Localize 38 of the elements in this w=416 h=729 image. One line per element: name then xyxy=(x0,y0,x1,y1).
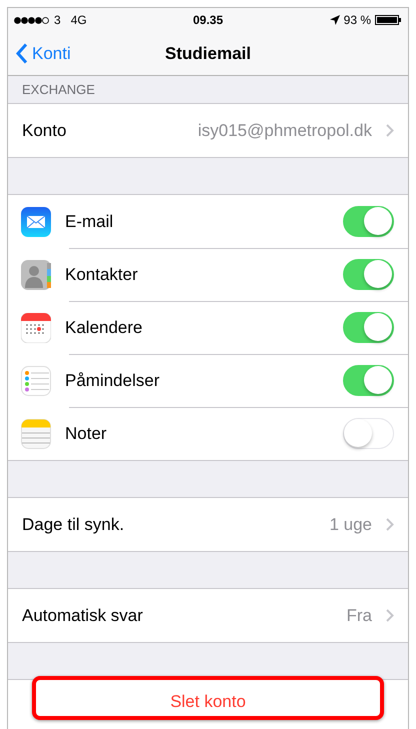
account-row[interactable]: Konto isy015@phmetropol.dk xyxy=(8,104,408,157)
signal-icon xyxy=(14,16,50,24)
auto-reply-label: Automatisk svar xyxy=(22,606,144,626)
toggle-switch[interactable] xyxy=(343,259,394,290)
screen-title: Studiemail xyxy=(165,44,251,64)
reminders-icon xyxy=(21,366,51,396)
clock-time: 09.35 xyxy=(192,13,224,27)
location-arrow-icon xyxy=(330,15,340,25)
service-label: Noter xyxy=(65,424,108,444)
back-chevron-icon xyxy=(16,43,28,64)
sync-days-row[interactable]: Dage til synk. 1 uge xyxy=(8,498,408,551)
toggle-switch[interactable] xyxy=(343,365,394,396)
battery-percentage: 93 % xyxy=(344,13,371,27)
section-header: EXCHANGE xyxy=(22,82,95,97)
notes-icon xyxy=(21,418,51,448)
account-value: isy015@phmetropol.dk xyxy=(198,120,372,140)
mail-icon xyxy=(21,206,51,236)
chevron-icon xyxy=(386,518,394,531)
service-label: E-mail xyxy=(65,212,114,232)
account-label: Konto xyxy=(22,120,68,140)
chevron-icon xyxy=(386,609,394,622)
carrier-name: 3 xyxy=(54,13,61,27)
battery-icon xyxy=(375,15,402,25)
calendar-icon xyxy=(21,312,51,342)
sync-days-label: Dage til synk. xyxy=(22,514,126,534)
contacts-icon xyxy=(21,260,51,290)
service-label: Kontakter xyxy=(65,264,139,284)
sync-days-value: 1 uge xyxy=(329,514,372,534)
toggle-switch[interactable] xyxy=(343,206,394,237)
service-label: Kalendere xyxy=(65,318,144,338)
delete-account-button[interactable]: Slet konto xyxy=(32,676,384,720)
service-label: Påmindelser xyxy=(65,370,160,390)
auto-reply-row[interactable]: Automatisk svar Fra xyxy=(8,589,408,642)
auto-reply-value: Fra xyxy=(346,606,372,626)
network-type: 4G xyxy=(70,13,87,27)
toggle-switch[interactable] xyxy=(343,312,394,343)
back-button[interactable]: Konti xyxy=(8,43,71,64)
chevron-icon xyxy=(386,124,394,137)
